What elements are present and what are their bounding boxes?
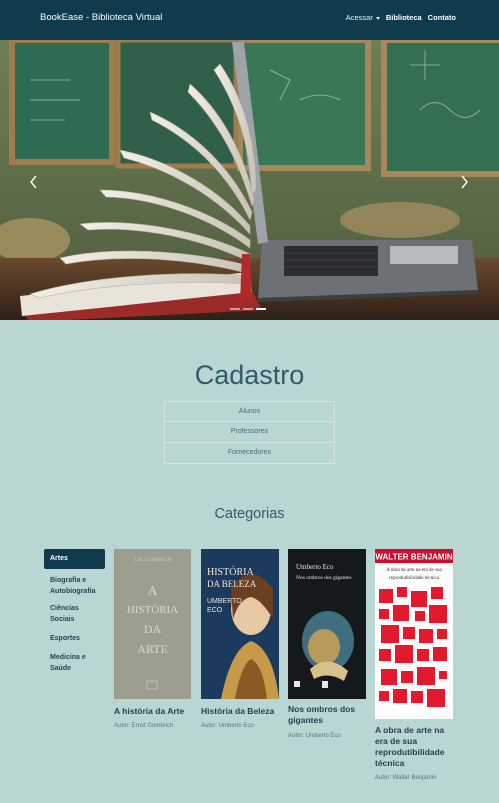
category-item-ciencias-sociais[interactable]: Ciências Sociais	[44, 603, 105, 625]
book-cover-art: E.H. GOMBRICH A HISTÓRIA DA ARTE	[114, 549, 191, 699]
svg-text:A obra de arte na era de sua: A obra de arte na era de sua	[386, 568, 442, 573]
book-cover: WALTER BENJAMIN A obra de arte na era de…	[375, 549, 453, 719]
book-author: Autor: Ernst Gombrich	[114, 723, 174, 729]
book-card[interactable]: Umberto Eco Nos ombros dos gigantes Nos …	[288, 549, 370, 749]
category-sidebar: Artes Biografia e Autobiografia Ciências…	[44, 549, 105, 674]
carousel-indicator-2[interactable]	[243, 308, 253, 310]
book-title[interactable]: A história da Arte	[114, 706, 194, 717]
nav-acessar-label: Acessar	[345, 13, 373, 22]
carousel-prev-button[interactable]	[28, 174, 40, 190]
brand-title[interactable]: BookEase - Biblioteca Virtual	[40, 12, 162, 23]
nav-links: Acessar Biblioteca Contato	[346, 13, 456, 22]
cadastro-item-fornecedores[interactable]: Fornecedores	[164, 443, 335, 464]
chevron-right-icon	[461, 175, 468, 189]
svg-text:HISTÓRIA: HISTÓRIA	[207, 566, 254, 578]
category-item-medicina[interactable]: Medicina e Saúde	[44, 652, 105, 674]
book-author: Autor: Walter Benjamin	[375, 775, 437, 781]
cadastro-list: Alunos Professores Fornecedores	[164, 401, 335, 464]
carousel-next-button[interactable]	[458, 174, 470, 190]
book-cover-art: HISTÓRIA DA BELEZA UMBERTO ECO	[201, 549, 279, 699]
nav-biblioteca-link[interactable]: Biblioteca	[386, 13, 422, 22]
svg-text:E.H. GOMBRICH: E.H. GOMBRICH	[134, 558, 172, 563]
book-card[interactable]: E.H. GOMBRICH A HISTÓRIA DA ARTE A histó…	[113, 549, 193, 749]
book-title[interactable]: História da Beleza	[201, 706, 283, 717]
book-title[interactable]: A obra de arte na era de sua reprodutibi…	[375, 725, 457, 769]
carousel-indicators	[230, 308, 266, 310]
book-cover: E.H. GOMBRICH A HISTÓRIA DA ARTE	[114, 549, 191, 699]
book-cover-art: Umberto Eco Nos ombros dos gigantes	[288, 549, 366, 699]
svg-text:WALTER BENJAMIN: WALTER BENJAMIN	[375, 553, 452, 562]
categorias-title: Categorias	[214, 506, 285, 522]
svg-text:Umberto Eco: Umberto Eco	[296, 563, 334, 571]
hero-image	[0, 40, 499, 320]
nav-contato-link[interactable]: Contato	[428, 13, 456, 22]
svg-text:Nos ombros dos gigantes: Nos ombros dos gigantes	[296, 575, 351, 581]
carousel-indicator-1[interactable]	[230, 308, 240, 310]
hero-carousel	[0, 40, 499, 320]
book-cover-art: WALTER BENJAMIN A obra de arte na era de…	[375, 549, 453, 719]
nav-acessar-dropdown[interactable]: Acessar	[346, 13, 380, 22]
carousel-indicator-3[interactable]	[256, 308, 266, 310]
book-card[interactable]: HISTÓRIA DA BELEZA UMBERTO ECO História …	[200, 549, 282, 749]
cadastro-item-alunos[interactable]: Alunos	[164, 401, 335, 422]
category-item-biografia[interactable]: Biografia e Autobiografia	[44, 575, 105, 597]
cadastro-item-professores[interactable]: Professores	[164, 422, 335, 443]
caret-down-icon	[375, 16, 380, 20]
top-navbar: BookEase - Biblioteca Virtual Acessar Bi…	[0, 0, 499, 40]
category-item-artes[interactable]: Artes	[44, 549, 105, 569]
svg-text:HISTÓRIA: HISTÓRIA	[127, 604, 178, 616]
book-title[interactable]: Nos ombros dos gigantes	[288, 704, 362, 726]
svg-text:reprodutibilidade técnica: reprodutibilidade técnica	[389, 576, 440, 581]
book-author: Autor: Umberto Eco	[201, 723, 254, 729]
svg-text:DA BELEZA: DA BELEZA	[207, 579, 257, 589]
book-cover: HISTÓRIA DA BELEZA UMBERTO ECO	[201, 549, 279, 699]
svg-text:ECO: ECO	[207, 607, 223, 614]
book-author: Autor: Umberto Eco	[288, 733, 341, 739]
svg-text:UMBERTO: UMBERTO	[207, 598, 242, 605]
category-item-esportes[interactable]: Esportes	[44, 633, 105, 644]
cadastro-title: Cadastro	[194, 360, 305, 390]
svg-text:DA: DA	[144, 622, 162, 636]
svg-text:A: A	[147, 584, 158, 599]
chevron-left-icon	[30, 175, 37, 189]
book-card[interactable]: WALTER BENJAMIN A obra de arte na era de…	[374, 549, 456, 789]
book-cover: Umberto Eco Nos ombros dos gigantes	[288, 549, 366, 699]
svg-text:ARTE: ARTE	[137, 642, 168, 656]
